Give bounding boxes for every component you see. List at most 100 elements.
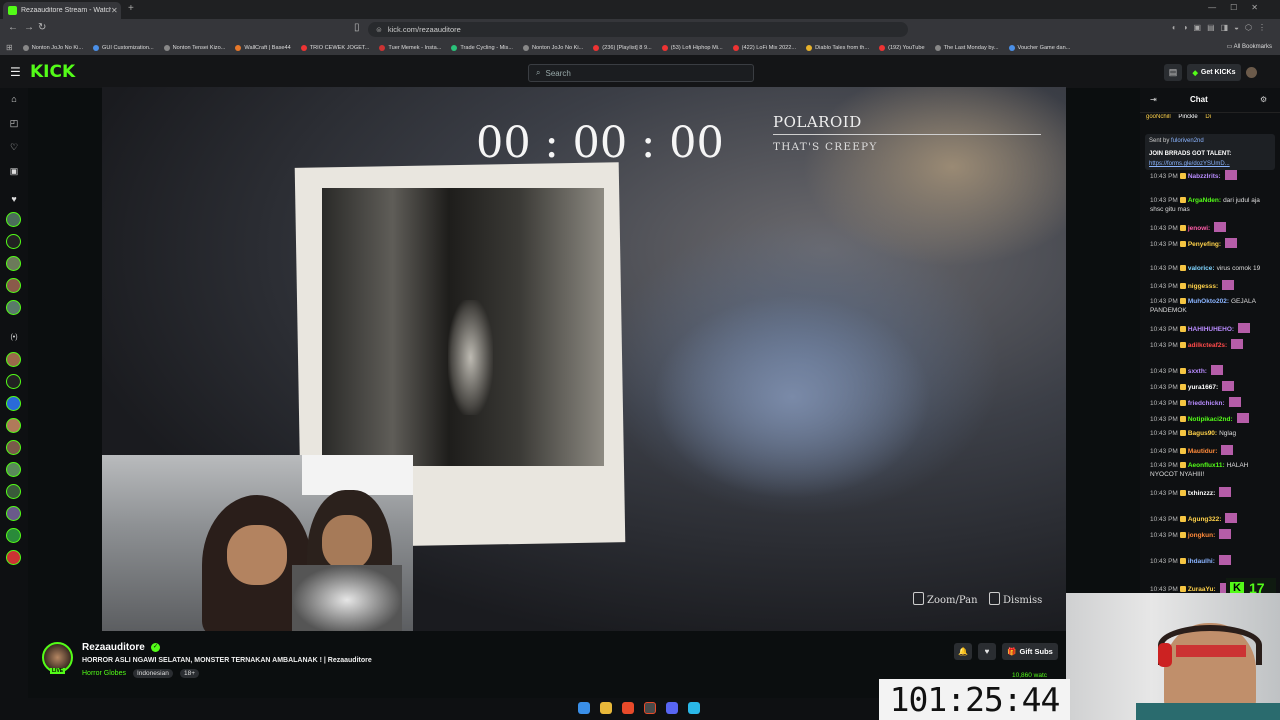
chat-username[interactable]: Nabzzlrits:: [1188, 173, 1221, 180]
chat-message[interactable]: 10:43 PM valorice: virus comok 19: [1150, 264, 1274, 273]
extension-icons[interactable]: ◐◑▣▤◨◒⬡⋮: [1172, 23, 1272, 32]
chat-message[interactable]: 10:43 PM sxxth:: [1150, 365, 1274, 376]
follow-heart-icon[interactable]: ♥: [978, 643, 996, 660]
chat-username[interactable]: txhinzzz:: [1188, 490, 1215, 497]
start-icon[interactable]: [578, 702, 590, 714]
recommended-channel-avatar[interactable]: [6, 462, 21, 477]
chat-message[interactable]: 10:43 PM HAHIHUHEHO:: [1150, 323, 1274, 334]
search-input[interactable]: ⌕ Search: [528, 64, 754, 82]
chat-message[interactable]: 10:43 PM txhinzzz:: [1150, 487, 1274, 498]
channel-name[interactable]: Rezaauditore: [82, 642, 145, 653]
top-user[interactable]: Pinckle: [1178, 114, 1197, 120]
bookmark-item[interactable]: Diablo Tales from th...: [806, 44, 869, 51]
chat-message[interactable]: 10:43 PM Agung322:: [1150, 513, 1274, 524]
bookmark-item[interactable]: The Last Monday by...: [934, 44, 999, 51]
chat-username[interactable]: ArgaNden:: [1188, 197, 1221, 204]
chat-message[interactable]: 10:43 PM Mautidur:: [1150, 445, 1274, 456]
chat-message[interactable]: 10:43 PM adilkcteaf2s:: [1150, 339, 1274, 350]
recommended-channel-avatar[interactable]: [6, 440, 21, 455]
brave-icon[interactable]: [622, 702, 634, 714]
followed-channel-avatar[interactable]: [6, 212, 21, 227]
bookmark-item[interactable]: Trade Cycling - Mis...: [451, 44, 513, 51]
stream-category[interactable]: Horror Globes: [82, 670, 126, 677]
notification-bell-icon[interactable]: 🔔: [954, 643, 972, 660]
recommended-channel-avatar[interactable]: [6, 352, 21, 367]
chat-message[interactable]: 10:43 PM MuhOkto202: GEJALA PANDEMOK: [1150, 297, 1274, 315]
chat-username[interactable]: Mautidur:: [1188, 448, 1218, 455]
library-button[interactable]: ▤: [1164, 64, 1182, 81]
close-tab-icon[interactable]: ✕: [111, 6, 121, 15]
site-info-icon[interactable]: ⊜: [376, 26, 382, 34]
chat-message[interactable]: 10:43 PM jongkun:: [1150, 529, 1274, 540]
recommended-channel-avatar[interactable]: [6, 484, 21, 499]
bookmark-item[interactable]: (236) [Playlist] 8 9...: [593, 44, 652, 51]
bookmark-item[interactable]: (422) LoFi Mix 2022...: [732, 44, 796, 51]
chat-username[interactable]: friedchickn:: [1188, 400, 1225, 407]
chat-username[interactable]: sxxth:: [1188, 368, 1207, 375]
collapse-chat-icon[interactable]: ⇥: [1150, 95, 1157, 104]
pinned-link[interactable]: https://forms.gle/dozYSUmD...: [1149, 161, 1230, 167]
chat-username[interactable]: jenowi:: [1188, 225, 1210, 232]
chat-username[interactable]: Bagus90:: [1188, 430, 1217, 437]
chat-username[interactable]: Penyefing:: [1188, 241, 1221, 248]
recommended-channel-avatar[interactable]: [6, 396, 21, 411]
chat-message[interactable]: 10:43 PM Nabzzlrits:: [1150, 170, 1274, 181]
bookmark-item[interactable]: (192) YouTube: [879, 44, 925, 51]
chat-message[interactable]: 10:43 PM niggesss:: [1150, 280, 1274, 291]
user-avatar[interactable]: [1246, 67, 1257, 78]
chat-username[interactable]: HAHIHUHEHO:: [1188, 326, 1234, 333]
bookmark-item[interactable]: Tuer Memek - Insta...: [379, 44, 441, 51]
back-icon[interactable]: ←: [8, 22, 18, 33]
chat-message[interactable]: 10:43 PM Notipikaci2nd:: [1150, 413, 1274, 424]
edge-icon[interactable]: [688, 702, 700, 714]
chat-users-icon[interactable]: ⚙: [1260, 95, 1267, 104]
bookmark-icon[interactable]: ▯: [354, 22, 360, 33]
bookmark-item[interactable]: WallCraft | Base44: [235, 44, 291, 51]
browser-tab[interactable]: Rezaauditore Stream - Watch ✕: [3, 2, 121, 19]
chat-message[interactable]: 10:43 PM ihdaulhi:: [1150, 555, 1274, 566]
bookmark-item[interactable]: Nonton Tensei Kizo...: [163, 44, 225, 51]
home-icon[interactable]: ⌂: [8, 94, 20, 104]
followed-channel-avatar[interactable]: [6, 300, 21, 315]
chat-message[interactable]: 10:43 PM friedchickn:: [1150, 397, 1274, 408]
chat-username[interactable]: ihdaulhi:: [1188, 558, 1215, 565]
menu-icon[interactable]: ☰: [10, 65, 21, 79]
recommended-channel-avatar[interactable]: [6, 418, 21, 433]
chat-username[interactable]: niggesss:: [1188, 283, 1218, 290]
recommended-channel-avatar[interactable]: [6, 506, 21, 521]
get-kicks-button[interactable]: ◆ Get KICKs: [1187, 64, 1241, 81]
bookmark-item[interactable]: TRIO CEWEK JOGET...: [300, 44, 369, 51]
recommended-channel-avatar[interactable]: [6, 374, 21, 389]
browse-icon[interactable]: ◰: [8, 118, 20, 129]
bookmark-item[interactable]: Nonton JoJo No Ki...: [522, 44, 583, 51]
apps-icon[interactable]: ⊞: [6, 43, 13, 52]
tag-language[interactable]: Indonesian: [133, 669, 173, 678]
chat-message[interactable]: 10:43 PM Penyefing:: [1150, 238, 1274, 249]
chat-username[interactable]: jongkun:: [1188, 532, 1215, 539]
following-icon[interactable]: ♡: [8, 142, 20, 153]
chat-message[interactable]: 10:43 PM ArgaNden: dari judul aja shsc git…: [1150, 196, 1274, 214]
discord-icon[interactable]: [666, 702, 678, 714]
followed-channel-avatar[interactable]: [6, 278, 21, 293]
pinned-message[interactable]: Sent by fuloriven2nd JOIN BRRADS GOT TAL…: [1145, 134, 1275, 170]
chat-message[interactable]: 10:43 PM yura1667:: [1150, 381, 1274, 392]
chrome-icon[interactable]: [644, 702, 656, 714]
top-user[interactable]: Di: [1205, 114, 1211, 120]
reload-icon[interactable]: ↻: [38, 22, 46, 33]
gift-subs-button[interactable]: 🎁 Gift Subs: [1002, 643, 1058, 660]
chat-username[interactable]: Agung322:: [1188, 516, 1222, 523]
url-bar[interactable]: ⊜ kick.com/rezaauditore: [368, 22, 908, 37]
chat-username[interactable]: valorice:: [1188, 265, 1215, 272]
kick-logo[interactable]: KICK: [30, 62, 75, 82]
chat-message[interactable]: 10:43 PM Bagus90: Nglag: [1150, 429, 1274, 438]
all-bookmarks[interactable]: ▭ All Bookmarks: [1220, 43, 1272, 50]
bookmark-item[interactable]: Voucher Game dan...: [1008, 44, 1070, 51]
bookmark-item[interactable]: GUI Customization...: [93, 44, 154, 51]
new-tab-icon[interactable]: +: [128, 3, 134, 14]
chat-message[interactable]: 10:43 PM jenowi:: [1150, 222, 1274, 233]
file-explorer-icon[interactable]: [600, 702, 612, 714]
chat-username[interactable]: MuhOkto202:: [1188, 298, 1229, 305]
recommended-channel-avatar[interactable]: [6, 528, 21, 543]
top-user[interactable]: gooNchill: [1146, 114, 1171, 120]
bookmark-item[interactable]: (53) Lofi Hiphop Mi...: [661, 44, 723, 51]
